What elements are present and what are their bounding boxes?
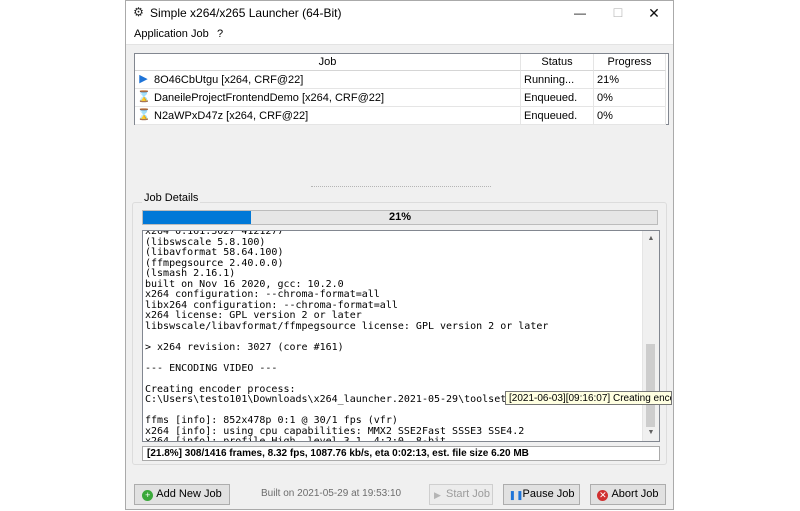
job-table[interactable]: Job Status Progress ▶ 8O46CbUtgu [x264, … xyxy=(134,53,669,125)
pause-icon: ❚❚ xyxy=(508,490,524,500)
log-line: > x264 revision: 3027 (core #161) xyxy=(145,341,344,353)
hourglass-icon: ⌛ xyxy=(137,91,151,103)
job-name: 8O46CbUtgu [x264, CRF@22] xyxy=(154,74,304,86)
abort-icon: ✕ xyxy=(597,490,609,501)
job-status: Enqueued. xyxy=(521,89,594,107)
menu-job[interactable]: Job xyxy=(191,28,209,40)
job-name-cell: ▶ 8O46CbUtgu [x264, CRF@22] xyxy=(135,71,521,89)
job-progress: 0% xyxy=(594,89,666,107)
job-name-cell: ⌛ N2aWPxD47z [x264, CRF@22] xyxy=(135,107,521,125)
abort-job-button[interactable]: ✕ Abort Job xyxy=(590,484,666,505)
job-status: Enqueued. xyxy=(521,107,594,125)
job-name: N2aWPxD47z [x264, CRF@22] xyxy=(154,110,309,122)
progress-label: 21% xyxy=(388,211,412,223)
app-icon: ⚙ xyxy=(133,5,144,19)
start-job-label: Start Job xyxy=(445,488,491,500)
log-line: libswscale/libavformat/ffmpegsource lice… xyxy=(145,320,549,332)
log-line: --- ENCODING VIDEO --- xyxy=(145,362,278,374)
job-progress: 0% xyxy=(594,107,666,125)
job-progress-bar: 21% xyxy=(142,210,658,225)
window-title: Simple x264/x265 Launcher (64-Bit) xyxy=(150,6,342,20)
job-status: Running... xyxy=(521,71,594,89)
add-new-job-label: Add New Job xyxy=(156,488,222,500)
job-name: DaneileProjectFrontendDemo [x264, CRF@22… xyxy=(154,92,385,104)
play-icon: ▶ xyxy=(434,490,441,500)
log-lines: x264 0.161.3027 4121277 (libswscale 5.8.1… xyxy=(145,231,645,442)
log-line: (libavformat 58.64.100) xyxy=(145,247,284,258)
log-tooltip: [2021-06-03][09:16:07] Creating encoder … xyxy=(505,391,672,405)
column-header-job[interactable]: Job xyxy=(135,54,521,71)
table-row[interactable]: ▶ 8O46CbUtgu [x264, CRF@22] Running... 2… xyxy=(135,71,666,89)
add-new-job-button[interactable]: + Add New Job xyxy=(134,484,230,505)
log-line: (lsmash 2.16.1) xyxy=(145,268,236,279)
job-progress: 21% xyxy=(594,71,666,89)
log-line: x264 configuration: --chroma-format=all xyxy=(145,289,380,300)
hourglass-icon: ⌛ xyxy=(137,109,151,121)
column-header-progress[interactable]: Progress xyxy=(594,54,666,71)
menu-help[interactable]: ? xyxy=(217,28,223,40)
log-line: ffms [info]: 852x478p 0:1 @ 30/1 fps (vf… xyxy=(145,415,398,426)
start-job-button[interactable]: ▶ Start Job xyxy=(429,484,493,505)
title-bar[interactable]: ⚙ Simple x264/x265 Launcher (64-Bit) — ☐… xyxy=(126,1,673,25)
menu-bar: Application Job ? xyxy=(126,25,673,45)
log-view[interactable]: x264 0.161.3027 4121277 (libswscale 5.8.1… xyxy=(142,230,660,442)
maximize-button[interactable]: ☐ xyxy=(600,1,636,25)
build-info: Built on 2021-05-29 at 19:53:10 xyxy=(261,488,402,499)
scroll-thumb[interactable] xyxy=(646,344,655,427)
app-window: ⚙ Simple x264/x265 Launcher (64-Bit) — ☐… xyxy=(125,0,674,510)
job-details-title: Job Details xyxy=(142,192,201,204)
close-button[interactable]: ✕ xyxy=(636,1,672,25)
table-row[interactable]: ⌛ N2aWPxD47z [x264, CRF@22] Enqueued. 0% xyxy=(135,107,666,125)
pause-job-label: Pause Job xyxy=(522,488,575,500)
scroll-down-arrow-icon[interactable]: ▼ xyxy=(643,425,659,441)
splitter-handle[interactable] xyxy=(311,186,491,190)
log-line: x264 [info]: profile High, level 3.1, 4:… xyxy=(145,436,447,442)
scroll-up-arrow-icon[interactable]: ▲ xyxy=(643,231,659,247)
job-name-cell: ⌛ DaneileProjectFrontendDemo [x264, CRF@… xyxy=(135,89,521,107)
minimize-button[interactable]: — xyxy=(562,1,598,25)
log-scrollbar[interactable]: ▲ ▼ xyxy=(642,231,659,441)
log-line: x264 license: GPL version 2 or later xyxy=(145,310,362,321)
abort-job-label: Abort Job xyxy=(611,488,659,500)
add-icon: + xyxy=(142,490,154,501)
table-row[interactable]: ⌛ DaneileProjectFrontendDemo [x264, CRF@… xyxy=(135,89,666,107)
encoding-status-line: [21.8%] 308/1416 frames, 8.32 fps, 1087.… xyxy=(142,446,660,461)
pause-job-button[interactable]: ❚❚Pause Job xyxy=(503,484,580,505)
column-header-status[interactable]: Status xyxy=(521,54,594,71)
play-icon: ▶ xyxy=(139,73,148,85)
menu-application[interactable]: Application xyxy=(134,28,188,40)
